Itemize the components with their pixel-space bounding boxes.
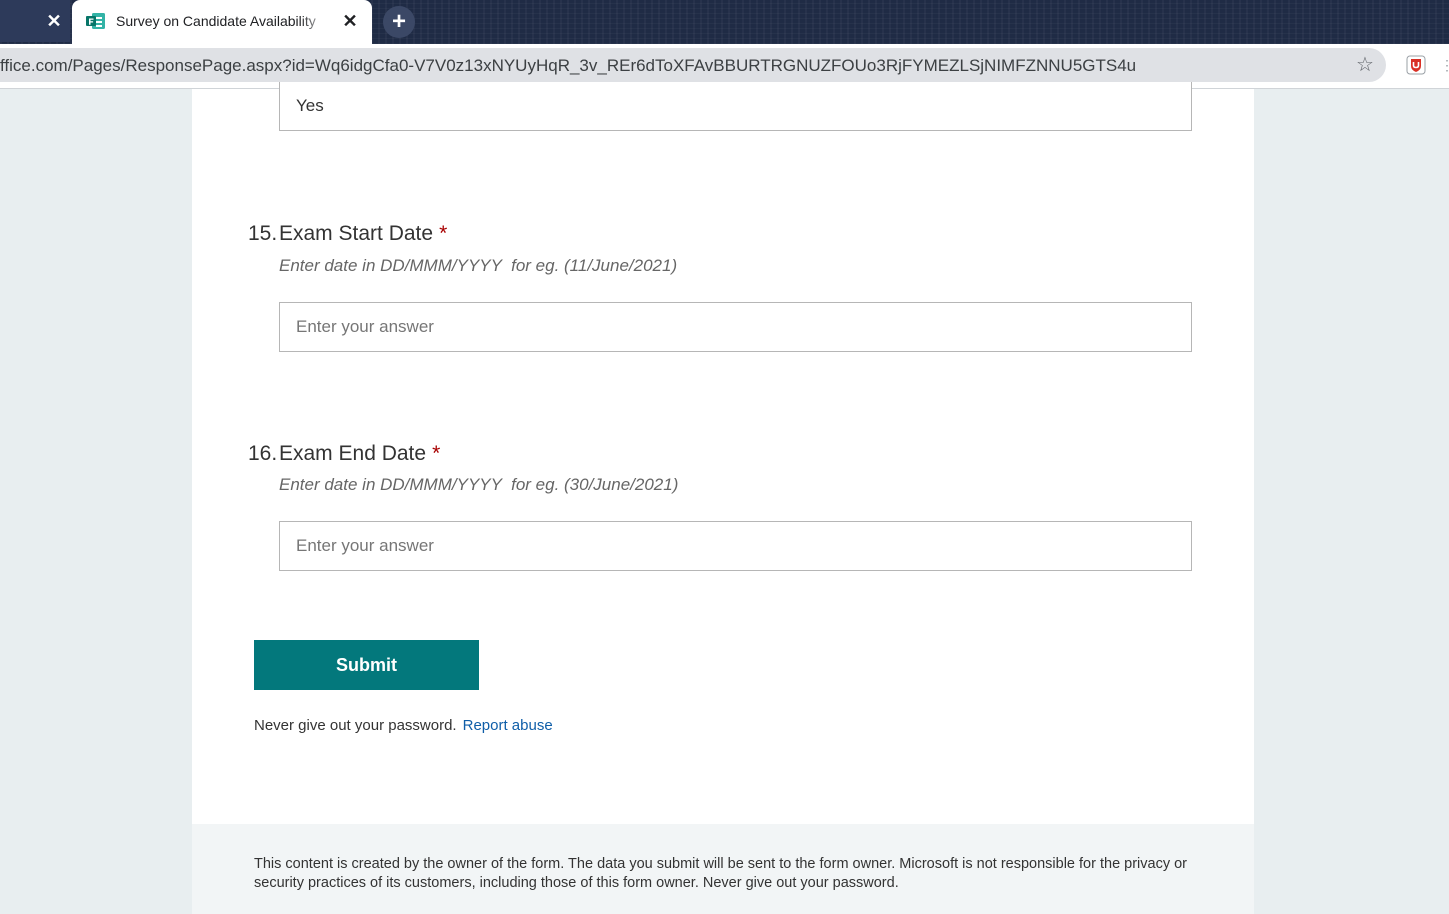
- exam-end-date-input[interactable]: [280, 522, 1191, 570]
- required-asterisk: *: [439, 222, 448, 245]
- question-hint: Enter date in DD/MMM/YYYY for eg. (11/Ju…: [279, 256, 678, 275]
- address-bar[interactable]: ffice.com/Pages/ResponsePage.aspx?id=Wq6…: [0, 48, 1386, 82]
- forms-app-icon: [86, 13, 105, 29]
- disclaimer-text: This content is created by the owner of …: [254, 856, 1188, 891]
- password-warning: Never give out your password.: [254, 717, 457, 734]
- question-title: 16.Exam End Date *: [248, 441, 440, 467]
- submit-button[interactable]: Submit: [254, 640, 479, 690]
- exam-start-date-field[interactable]: [279, 302, 1192, 352]
- previous-answer-value: Yes: [296, 96, 324, 115]
- shield-extension-icon[interactable]: [1405, 54, 1427, 76]
- browser-tabstrip: ✕ Survey on Candidate Availability ✕ +: [0, 0, 1449, 44]
- question-label: Exam End Date: [279, 442, 427, 465]
- close-tab-icon[interactable]: ✕: [44, 11, 64, 31]
- question-title: 15.Exam Start Date *: [248, 221, 447, 247]
- overflow-menu-icon[interactable]: ⋮: [1440, 54, 1449, 76]
- exam-start-date-input[interactable]: [280, 303, 1191, 351]
- question-number: 15.: [248, 222, 278, 245]
- active-tab[interactable]: Survey on Candidate Availability ✕: [72, 0, 372, 44]
- star-icon[interactable]: ☆: [1354, 54, 1376, 76]
- url-text[interactable]: ffice.com/Pages/ResponsePage.aspx?id=Wq6…: [0, 56, 1330, 76]
- previous-tab[interactable]: ✕: [0, 0, 70, 42]
- required-asterisk: *: [432, 442, 441, 465]
- question-number: 16.: [248, 442, 278, 465]
- question-label: Exam Start Date: [279, 222, 434, 245]
- previous-answer-field[interactable]: Yes: [279, 82, 1192, 131]
- exam-end-date-field[interactable]: [279, 521, 1192, 571]
- question-hint: Enter date in DD/MMM/YYYY for eg. (30/Ju…: [279, 475, 679, 494]
- password-note: Never give out your password. Report abus…: [254, 716, 553, 736]
- tab-title: Survey on Candidate Availability: [116, 13, 316, 29]
- report-abuse-link[interactable]: Report abuse: [463, 717, 553, 734]
- new-tab-button[interactable]: +: [383, 6, 415, 38]
- close-tab-icon[interactable]: ✕: [340, 11, 360, 31]
